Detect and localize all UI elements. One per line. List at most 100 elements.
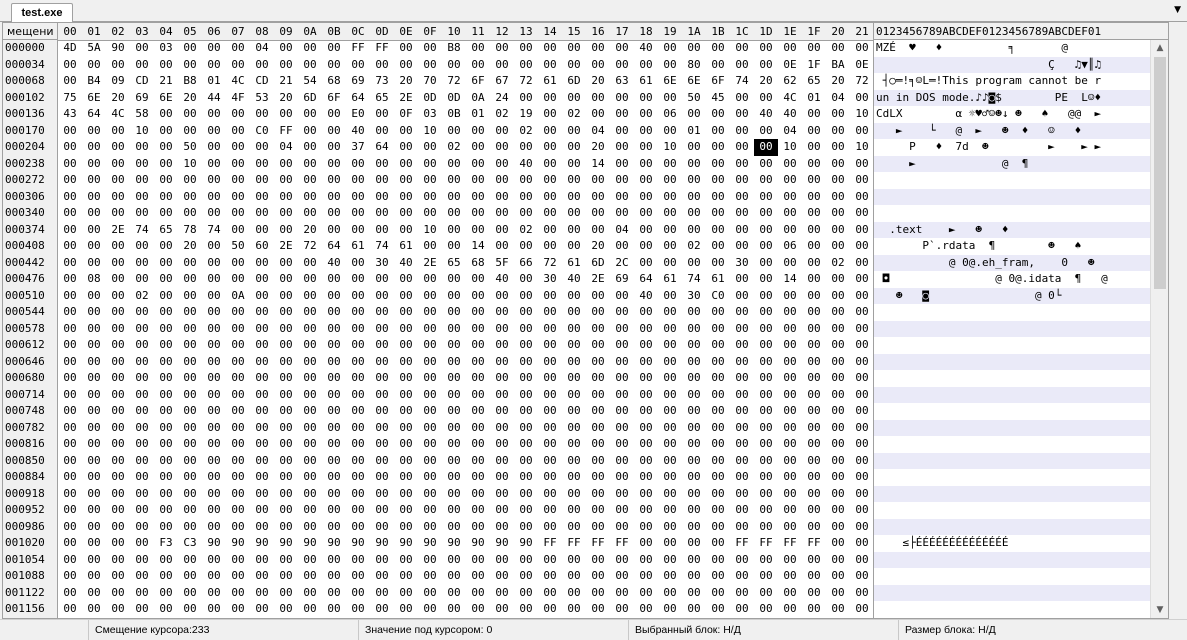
row-hex-bytes[interactable]: 0000000000000000000000000000000000000000…: [58, 172, 873, 189]
hex-byte[interactable]: 00: [538, 288, 562, 305]
hex-byte[interactable]: 00: [538, 238, 562, 255]
hex-byte[interactable]: 00: [202, 387, 226, 404]
hex-byte[interactable]: 00: [154, 288, 178, 305]
hex-byte[interactable]: 00: [826, 436, 850, 453]
hex-byte[interactable]: 00: [802, 436, 826, 453]
hex-byte[interactable]: 00: [802, 172, 826, 189]
hex-byte[interactable]: 00: [514, 238, 538, 255]
hex-byte[interactable]: 6F: [466, 73, 490, 90]
row-ascii[interactable]: @ 0@.eh_fram, 0 ☻: [873, 254, 1150, 271]
hex-byte[interactable]: 00: [538, 57, 562, 74]
hex-byte[interactable]: 00: [850, 304, 874, 321]
hex-byte[interactable]: 00: [322, 585, 346, 602]
hex-byte[interactable]: 00: [754, 304, 778, 321]
hex-byte[interactable]: 00: [802, 288, 826, 305]
hex-byte[interactable]: 04: [778, 123, 802, 140]
hex-byte[interactable]: 00: [754, 90, 778, 107]
hex-byte[interactable]: 00: [346, 519, 370, 536]
hex-byte[interactable]: 00: [58, 123, 82, 140]
hex-byte[interactable]: 00: [226, 552, 250, 569]
hex-byte[interactable]: 00: [586, 106, 610, 123]
hex-byte[interactable]: 00: [730, 370, 754, 387]
row-ascii[interactable]: [873, 403, 1150, 420]
hex-byte[interactable]: 00: [250, 370, 274, 387]
hex-byte[interactable]: 00: [106, 486, 130, 503]
hex-byte[interactable]: 00: [130, 321, 154, 338]
hex-byte[interactable]: 00: [778, 321, 802, 338]
hex-byte[interactable]: 00: [274, 354, 298, 371]
hex-byte[interactable]: 00: [202, 519, 226, 536]
hex-byte[interactable]: 00: [298, 387, 322, 404]
hex-byte[interactable]: 00: [178, 57, 202, 74]
hex-byte[interactable]: CD: [130, 73, 154, 90]
hex-byte[interactable]: 00: [154, 123, 178, 140]
hex-byte[interactable]: 00: [562, 321, 586, 338]
hex-byte[interactable]: 00: [850, 90, 874, 107]
hex-byte[interactable]: 00: [370, 337, 394, 354]
hex-byte[interactable]: 64: [82, 106, 106, 123]
hex-byte[interactable]: 00: [562, 172, 586, 189]
hex-byte[interactable]: 00: [754, 337, 778, 354]
hex-byte[interactable]: 30: [370, 255, 394, 272]
hex-byte[interactable]: 00: [394, 172, 418, 189]
hex-byte[interactable]: 00: [610, 601, 634, 618]
hex-byte[interactable]: 00: [730, 172, 754, 189]
hex-byte[interactable]: 00: [394, 370, 418, 387]
hex-byte[interactable]: 00: [58, 370, 82, 387]
hex-byte[interactable]: 00: [106, 354, 130, 371]
hex-byte[interactable]: 00: [322, 436, 346, 453]
hex-byte[interactable]: 00: [154, 420, 178, 437]
hex-byte[interactable]: 00: [658, 337, 682, 354]
hex-row[interactable]: 000816 00 00 00 00 00 00 00 00 00 00 00 00 00 00 00 00 00…: [3, 436, 1150, 453]
hex-byte[interactable]: 00: [538, 90, 562, 107]
hex-byte[interactable]: 00: [442, 189, 466, 206]
hex-byte[interactable]: 00: [586, 172, 610, 189]
hex-byte[interactable]: 00: [490, 585, 514, 602]
hex-byte[interactable]: 00: [106, 519, 130, 536]
hex-byte[interactable]: 00: [538, 420, 562, 437]
hex-byte[interactable]: 00: [826, 337, 850, 354]
hex-byte[interactable]: 00: [754, 271, 778, 288]
hex-byte[interactable]: 00: [778, 255, 802, 272]
hex-byte[interactable]: 00: [802, 222, 826, 239]
hex-byte[interactable]: 00: [586, 90, 610, 107]
hex-byte[interactable]: 00: [586, 288, 610, 305]
hex-byte[interactable]: 00: [658, 552, 682, 569]
hex-byte[interactable]: 00: [322, 205, 346, 222]
hex-byte[interactable]: 00: [562, 123, 586, 140]
hex-byte[interactable]: 00: [562, 453, 586, 470]
hex-byte[interactable]: 00: [442, 453, 466, 470]
hex-byte[interactable]: 00: [466, 189, 490, 206]
hex-byte[interactable]: 00: [490, 57, 514, 74]
hex-byte[interactable]: 00: [370, 222, 394, 239]
hex-byte[interactable]: 00: [58, 568, 82, 585]
hex-byte[interactable]: 00: [586, 222, 610, 239]
hex-byte[interactable]: 00: [706, 57, 730, 74]
hex-row[interactable]: 000680 00 00 00 00 00 00 00 00 00 00 00 00 00 00 00 00 00…: [3, 370, 1150, 387]
hex-byte[interactable]: 00: [226, 486, 250, 503]
hex-byte[interactable]: 00: [418, 370, 442, 387]
hex-byte[interactable]: 0E: [778, 57, 802, 74]
hex-byte[interactable]: 00: [682, 420, 706, 437]
hex-byte[interactable]: 62: [778, 73, 802, 90]
hex-byte[interactable]: 00: [634, 585, 658, 602]
hex-byte[interactable]: 00: [82, 436, 106, 453]
hex-byte[interactable]: 00: [106, 156, 130, 173]
hex-byte[interactable]: 00: [514, 585, 538, 602]
hex-byte[interactable]: 00: [370, 519, 394, 536]
hex-row[interactable]: 000918 00 00 00 00 00 00 00 00 00 00 00 00 00 00 00 00 00…: [3, 485, 1150, 503]
hex-byte[interactable]: 00: [442, 304, 466, 321]
hex-byte[interactable]: 00: [130, 271, 154, 288]
hex-byte[interactable]: 20: [106, 90, 130, 107]
hex-byte[interactable]: 00: [826, 469, 850, 486]
hex-byte[interactable]: 00: [370, 205, 394, 222]
hex-byte[interactable]: 00: [274, 453, 298, 470]
hex-byte[interactable]: 0A: [466, 90, 490, 107]
hex-byte[interactable]: 00: [802, 271, 826, 288]
hex-byte[interactable]: 00: [250, 321, 274, 338]
hex-byte[interactable]: 00: [682, 585, 706, 602]
hex-byte[interactable]: 00: [778, 354, 802, 371]
hex-byte[interactable]: 00: [130, 238, 154, 255]
hex-byte[interactable]: 00: [610, 420, 634, 437]
hex-byte[interactable]: 00: [274, 436, 298, 453]
